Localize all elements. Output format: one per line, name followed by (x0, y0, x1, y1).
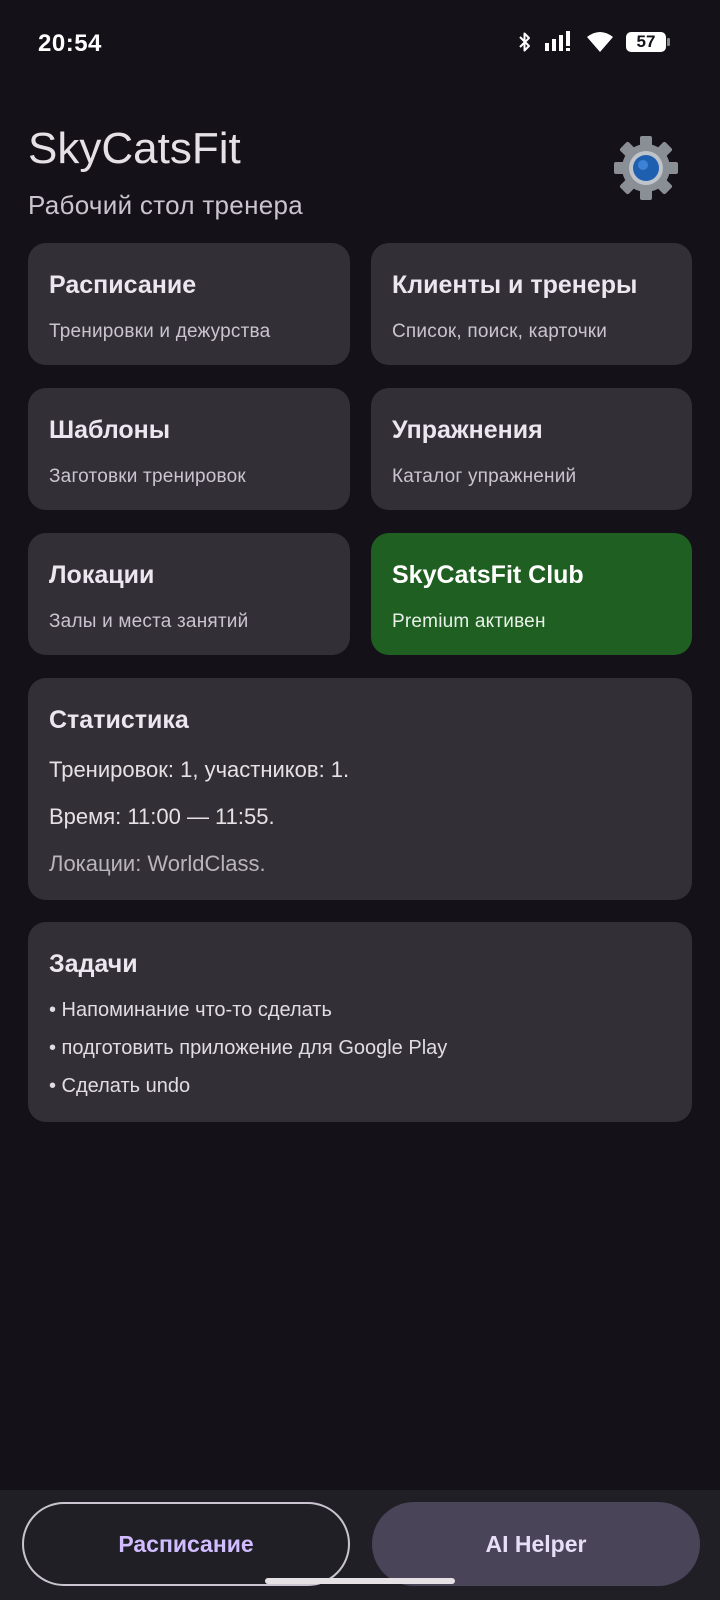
status-bar: 20:54 57 (0, 0, 720, 90)
tile-title: Упражнения (392, 416, 543, 444)
tile-subtitle: Список, поиск, карточки (392, 321, 608, 342)
tile-clients-trainers[interactable]: Клиенты и тренеры Список, поиск, карточк… (371, 243, 692, 365)
signal-icon (544, 31, 574, 53)
task-item: • Сделать undo (49, 1075, 191, 1097)
task-item: • подготовить приложение для Google Play (49, 1037, 448, 1059)
settings-button[interactable] (608, 132, 684, 208)
app-subtitle: Рабочий стол тренера (28, 190, 304, 220)
tile-subtitle: Тренировки и дежурства (49, 321, 271, 342)
stats-line: Тренировок: 1, участников: 1. (49, 757, 350, 782)
home-indicator[interactable] (265, 1578, 455, 1584)
tile-club[interactable]: SkyCatsFit Club Premium активен (371, 533, 692, 655)
tile-title: Шаблоны (49, 416, 171, 444)
schedule-button[interactable]: Расписание (22, 1502, 350, 1586)
status-icons: 57 (518, 30, 670, 54)
tile-locations[interactable]: Локации Залы и места занятий (28, 533, 350, 655)
tile-title: Локации (49, 561, 155, 589)
battery-icon: 57 (626, 30, 670, 54)
gear-icon (610, 132, 682, 209)
stats-title: Статистика (49, 706, 189, 734)
tile-subtitle: Каталог упражнений (392, 466, 577, 487)
stats-line: Локации: WorldClass. (49, 851, 266, 876)
task-item: • Напоминание что-то сделать (49, 999, 332, 1021)
status-time: 20:54 (38, 30, 102, 57)
stats-card[interactable]: Статистика Тренировок: 1, участников: 1.… (28, 678, 692, 900)
ai-helper-button[interactable]: AI Helper (372, 1502, 700, 1586)
wifi-icon (586, 31, 614, 53)
stats-line: Время: 11:00 — 11:55. (49, 804, 275, 829)
battery-level: 57 (636, 32, 656, 51)
tasks-card[interactable]: Задачи • Напоминание что-то сделать • по… (28, 922, 692, 1122)
tile-subtitle: Premium активен (392, 611, 546, 632)
app-title: SkyCatsFit (28, 124, 241, 173)
tile-exercises[interactable]: Упражнения Каталог упражнений (371, 388, 692, 510)
tasks-title: Задачи (49, 950, 138, 978)
tile-title: SkyCatsFit Club (392, 561, 584, 589)
tile-templates[interactable]: Шаблоны Заготовки тренировок (28, 388, 350, 510)
tile-title: Клиенты и тренеры (392, 271, 638, 299)
bluetooth-icon (518, 31, 532, 53)
tile-title: Расписание (49, 271, 197, 299)
tile-schedule[interactable]: Расписание Тренировки и дежурства (28, 243, 350, 365)
tile-subtitle: Заготовки тренировок (49, 466, 246, 487)
tile-subtitle: Залы и места занятий (49, 611, 249, 632)
